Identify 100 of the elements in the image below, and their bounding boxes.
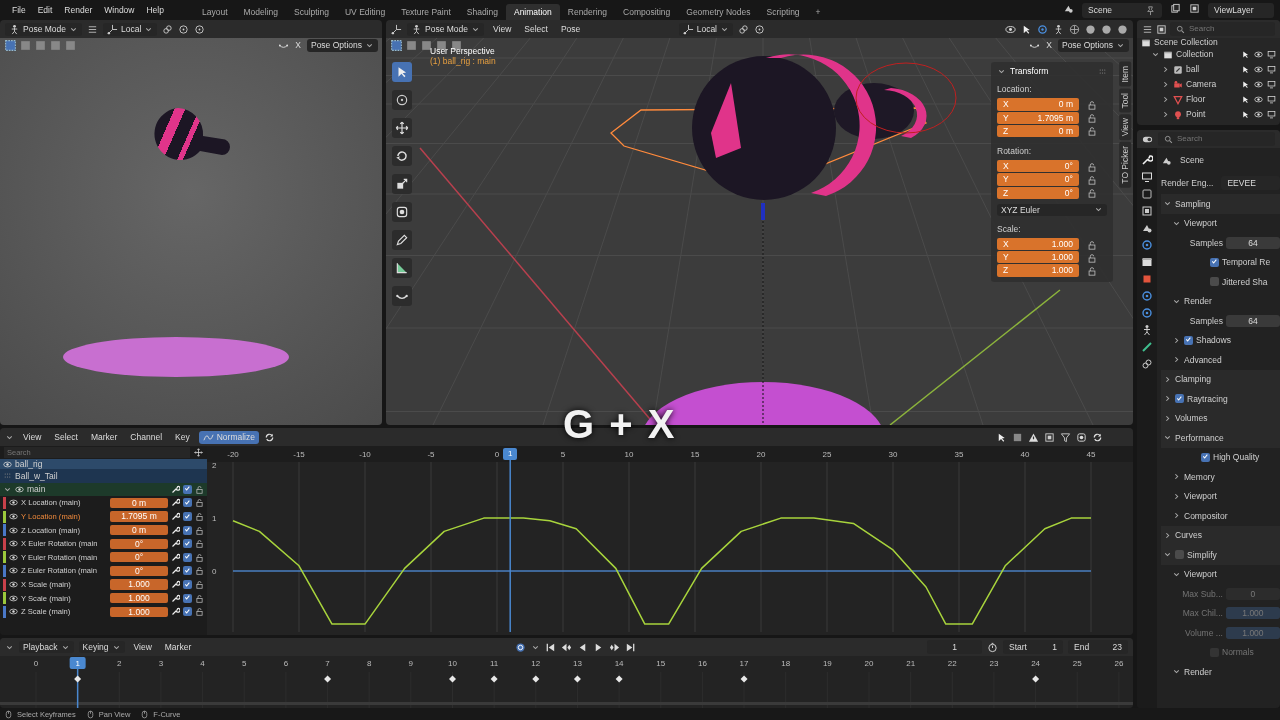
lock-icon[interactable] (1087, 99, 1097, 110)
current-frame-label[interactable]: 1 (503, 448, 518, 460)
outliner-item[interactable]: Scene Collection (1154, 38, 1218, 47)
menu-item[interactable]: Select (50, 430, 82, 444)
value-field[interactable]: 1.000 (110, 579, 168, 590)
modifier-icon[interactable] (171, 498, 180, 508)
warning-icon[interactable] (1028, 431, 1039, 443)
measure-tool-button[interactable] (392, 258, 412, 278)
keyframe-icon[interactable] (74, 675, 82, 683)
panel-header[interactable]: Compositor (1184, 510, 1228, 521)
workspace-tab[interactable]: UV Editing (336, 3, 394, 20)
checkbox[interactable] (183, 512, 192, 522)
checkbox-label[interactable]: High Quality (1213, 452, 1260, 463)
eye-icon[interactable] (9, 566, 18, 576)
view-layer-icon[interactable] (1189, 2, 1200, 14)
checkbox[interactable] (183, 580, 192, 590)
lock-icon[interactable] (1087, 188, 1097, 199)
eye-icon[interactable] (9, 552, 18, 562)
chevron-icon[interactable] (1163, 433, 1172, 443)
lock-icon[interactable] (195, 566, 204, 576)
render-icon[interactable] (1267, 110, 1276, 119)
copy-icon[interactable] (1170, 2, 1181, 14)
checkbox[interactable] (183, 498, 192, 508)
orientation-dropdown[interactable]: Local (103, 22, 158, 36)
lock-icon[interactable] (1087, 113, 1097, 124)
chevron-icon[interactable] (1163, 374, 1172, 384)
checkbox[interactable] (1210, 277, 1219, 287)
render-engine-dropdown[interactable]: EEVEE (1221, 175, 1280, 191)
keyframe-icon[interactable] (740, 675, 748, 683)
mirror-toggle[interactable]: X (291, 39, 305, 52)
previous-keyframe-icon[interactable] (561, 641, 573, 653)
checkbox[interactable] (1210, 257, 1219, 267)
normalize-toggle[interactable]: Normalize (198, 430, 259, 444)
outliner-item[interactable]: Collection (1176, 49, 1214, 60)
modifier-icon[interactable] (171, 607, 180, 617)
refresh-icon[interactable] (263, 431, 275, 443)
modifier-icon[interactable] (171, 525, 180, 535)
rotation-mode-dropdown[interactable]: XYZ Euler (997, 203, 1107, 216)
value-field[interactable]: 0° (110, 565, 168, 577)
eye-icon[interactable] (1254, 95, 1263, 104)
display-mode-icon[interactable] (1142, 23, 1153, 35)
value-field[interactable]: 0 m (110, 525, 168, 536)
panel-header[interactable]: Viewport (1184, 569, 1217, 580)
mode-dropdown[interactable]: Pose Mode (5, 22, 82, 36)
checkbox[interactable] (183, 607, 192, 617)
menu-item[interactable]: Marker (160, 640, 196, 654)
keying-dropdown[interactable]: Keying (78, 640, 125, 654)
chevron-icon[interactable] (1163, 530, 1172, 540)
lock-icon[interactable] (1087, 174, 1097, 185)
object-tab-icon[interactable] (1141, 273, 1153, 285)
workspace-tab[interactable]: Layout (193, 3, 236, 20)
scale-tool-button[interactable] (392, 174, 412, 194)
chevron-icon[interactable] (1163, 199, 1172, 209)
number-field[interactable]: 64 (1225, 236, 1280, 249)
menu-item[interactable]: Pose (556, 22, 585, 36)
keyframe-icon[interactable] (449, 675, 456, 683)
end-frame-field[interactable]: End 23 (1068, 639, 1128, 655)
filter-icon[interactable] (1156, 23, 1167, 35)
value-field[interactable]: 0° (110, 538, 168, 549)
annotate-tool-button[interactable] (392, 230, 412, 250)
view-layer-tab-icon[interactable] (1141, 205, 1153, 217)
eye-icon[interactable] (1254, 80, 1263, 89)
editor-type-icon[interactable] (391, 23, 402, 35)
panel-header[interactable]: Render (1184, 666, 1212, 677)
lock-icon[interactable] (195, 593, 204, 603)
stopwatch-icon[interactable] (987, 641, 998, 653)
menu-item[interactable]: Key (171, 430, 194, 444)
chevron-icon[interactable] (1151, 50, 1160, 59)
eye-icon[interactable] (15, 484, 24, 494)
scene-field[interactable]: Scene (1082, 2, 1162, 18)
panel-header[interactable]: Viewport (1184, 491, 1217, 502)
keyframe-icon[interactable] (490, 675, 498, 683)
chevron-icon[interactable] (1163, 413, 1172, 423)
select-box-icon[interactable] (4, 39, 17, 52)
panel-header[interactable]: Simplify (1187, 549, 1217, 560)
checkbox[interactable] (183, 593, 192, 603)
outliner-item[interactable]: Point (1186, 109, 1206, 120)
menu-item[interactable]: Help (140, 2, 170, 18)
chevron-icon[interactable] (1161, 95, 1170, 104)
menu-item[interactable]: View (19, 430, 46, 444)
checkbox-label[interactable]: Jittered Sha (1222, 276, 1268, 287)
modifier-icon[interactable] (171, 484, 180, 494)
add-workspace-button[interactable]: + (807, 3, 829, 20)
menu-item[interactable]: File (6, 2, 32, 18)
keyframe-icon[interactable] (324, 675, 332, 683)
current-frame-field[interactable]: 1 (927, 639, 982, 655)
workspace-tab[interactable]: Compositing (615, 3, 679, 20)
frame-icon[interactable] (1012, 431, 1023, 443)
orientation-dropdown[interactable]: Local (678, 22, 733, 36)
panel-header[interactable]: Shadows (1196, 335, 1231, 346)
chevron-icon[interactable] (1172, 667, 1181, 677)
eye-icon[interactable] (9, 512, 18, 522)
lock-icon[interactable] (195, 607, 204, 617)
panel-header[interactable]: Advanced (1184, 354, 1222, 365)
select-box-icon[interactable] (390, 39, 403, 52)
eye-icon[interactable] (9, 539, 18, 549)
transform-tool-button[interactable] (392, 202, 412, 222)
chevron-icon[interactable] (1163, 394, 1172, 404)
chevron-icon[interactable] (1161, 80, 1170, 89)
tool-tab-icon[interactable] (1141, 154, 1153, 166)
